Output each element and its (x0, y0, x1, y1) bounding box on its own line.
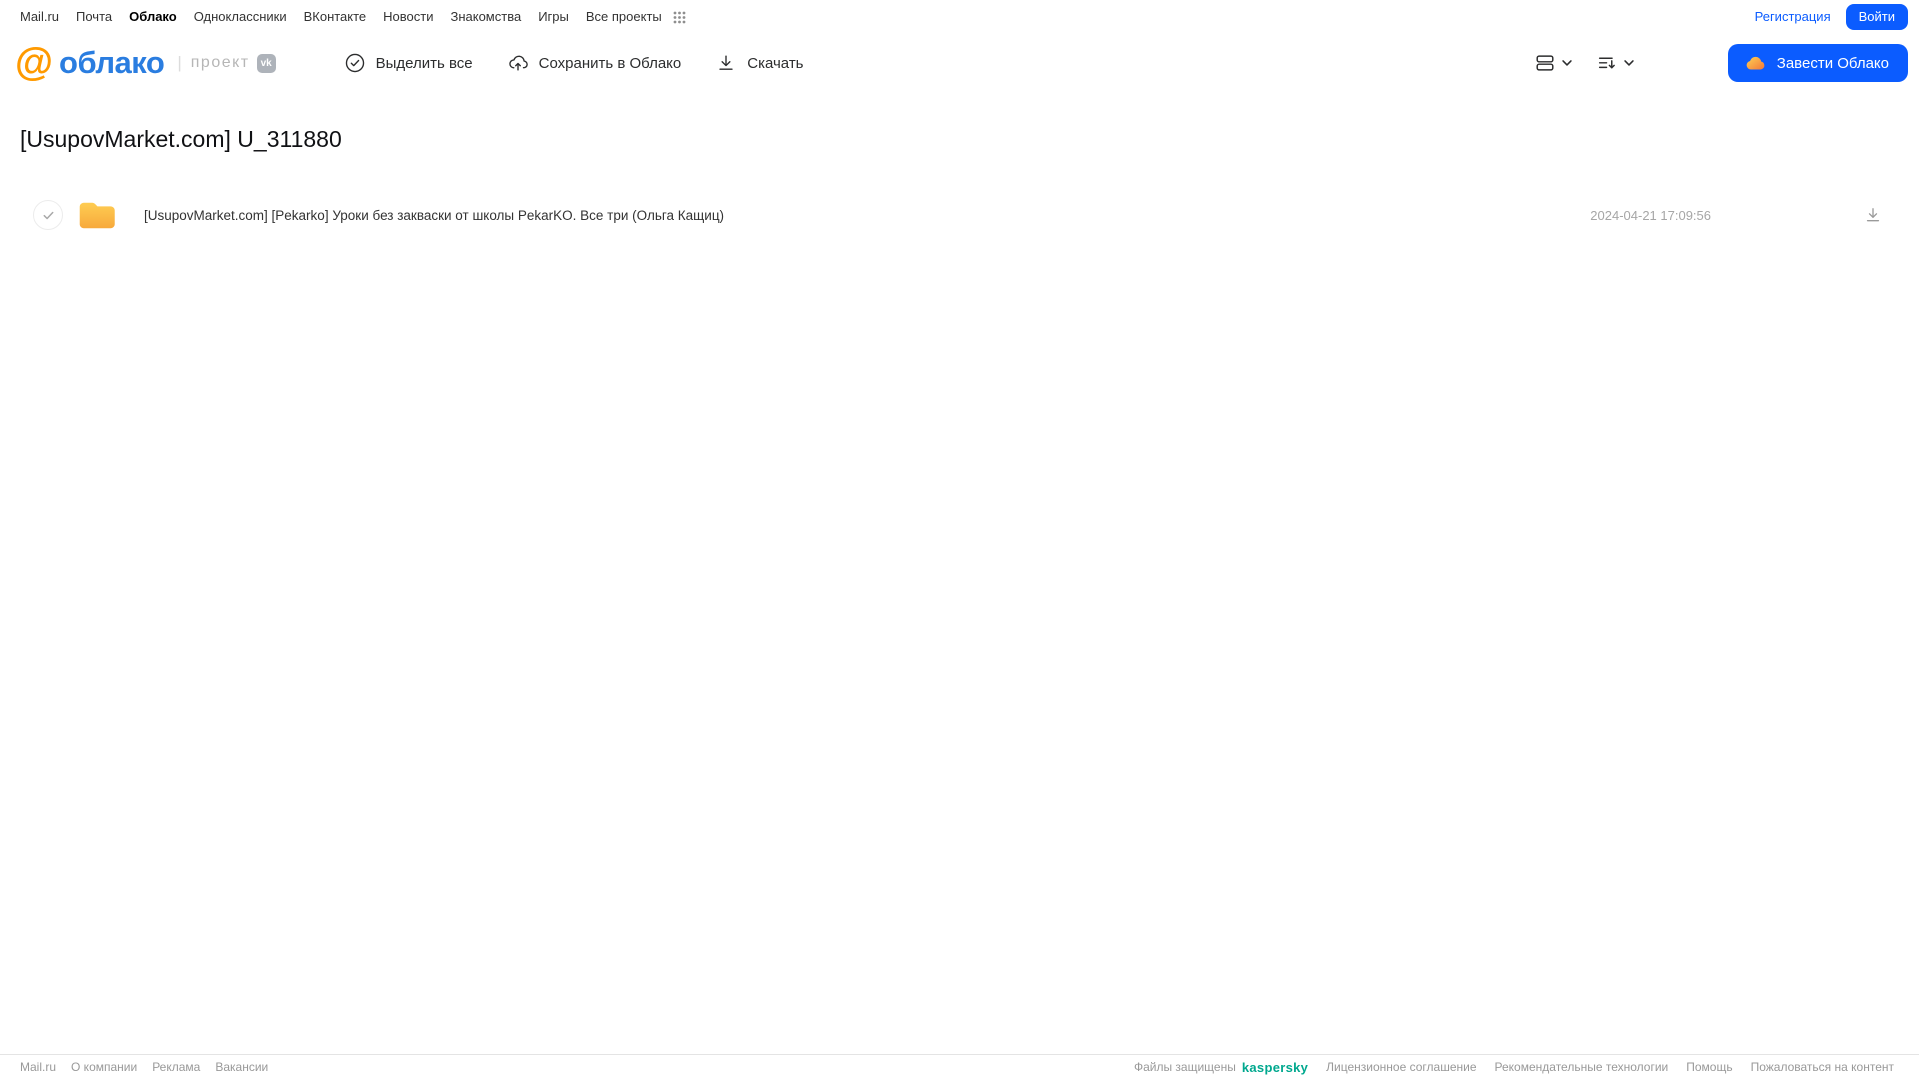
get-cloud-button[interactable]: Завести Облако (1727, 44, 1908, 82)
file-row[interactable]: [UsupovMarket.com] [Pekarko] Уроки без з… (0, 191, 1919, 239)
toolbar: Выделить все Сохранить в Облако Скачать (344, 52, 804, 74)
list-view-icon (1534, 52, 1556, 74)
portal-links: Mail.ru Почта Облако Одноклассники ВКонт… (20, 9, 686, 24)
footer-link-mailru[interactable]: Mail.ru (20, 1060, 56, 1074)
footer-link-recommendation-tech[interactable]: Рекомендательные технологии (1495, 1060, 1669, 1074)
register-link[interactable]: Регистрация (1755, 9, 1831, 24)
kaspersky-logo: kaspersky (1241, 1059, 1309, 1075)
view-mode-button[interactable] (1532, 50, 1576, 76)
footer-left-links: Mail.ru О компании Реклама Вакансии (20, 1060, 268, 1074)
kaspersky-protected: Файлы защищены kaspersky (1134, 1060, 1308, 1075)
portal-link-vkontakte[interactable]: ВКонтакте (304, 9, 367, 24)
download-all-button[interactable]: Скачать (715, 52, 804, 74)
save-to-cloud-button[interactable]: Сохранить в Облако (507, 52, 682, 74)
footer-link-jobs[interactable]: Вакансии (215, 1060, 268, 1074)
save-to-cloud-label: Сохранить в Облако (538, 54, 682, 72)
get-cloud-label: Завести Облако (1776, 54, 1889, 72)
protected-label: Файлы защищены (1133, 1060, 1236, 1074)
footer-link-report-content[interactable]: Пожаловаться на контент (1751, 1060, 1894, 1074)
project-label: проект (190, 54, 250, 71)
cloud-header: @ облако | проект vk Выделить все Сохран… (0, 34, 1919, 92)
sort-button[interactable] (1594, 50, 1638, 76)
folder-icon (77, 199, 117, 232)
login-button[interactable]: Войти (1845, 3, 1908, 30)
portal-link-odnoklassniki[interactable]: Одноклассники (194, 9, 287, 24)
footer-link-license[interactable]: Лицензионное соглашение (1326, 1060, 1476, 1074)
vk-logo-icon: vk (256, 53, 276, 73)
sort-icon (1596, 52, 1618, 74)
topbar-auth: Регистрация Войти (1755, 3, 1908, 30)
portal-link-cloud-active[interactable]: Облако (129, 9, 177, 24)
cloud-icon (1744, 52, 1767, 75)
portal-nav-bar: Mail.ru Почта Облако Одноклассники ВКонт… (0, 0, 1919, 31)
portal-link-games[interactable]: Игры (538, 9, 569, 24)
download-all-label: Скачать (747, 54, 804, 72)
select-all-label: Выделить все (375, 54, 473, 72)
footer-link-ads[interactable]: Реклама (152, 1060, 200, 1074)
portal-link-news[interactable]: Новости (383, 9, 433, 24)
check-circle-icon (344, 52, 366, 74)
portal-link-dating[interactable]: Знакомства (450, 9, 521, 24)
cloud-logo[interactable]: @ облако | проект vk (15, 41, 276, 84)
select-all-button[interactable]: Выделить все (344, 52, 473, 74)
main-content: [UsupovMarket.com] U_311880 [UsupovMarke… (0, 125, 1919, 239)
mailru-at-icon: @ (15, 41, 53, 84)
portal-link-mail[interactable]: Почта (76, 9, 112, 24)
chevron-down-icon (1622, 56, 1636, 70)
footer-link-help[interactable]: Помощь (1686, 1060, 1732, 1074)
check-icon (43, 211, 53, 219)
download-icon (1866, 208, 1880, 222)
footer-link-about[interactable]: О компании (71, 1060, 137, 1074)
logo-divider: | (177, 53, 182, 72)
chevron-down-icon (1560, 56, 1574, 70)
file-date: 2024-04-21 17:09:56 (1590, 207, 1711, 223)
row-checkbox[interactable] (33, 200, 63, 230)
logo-text: облако (59, 45, 165, 80)
row-download-button[interactable] (1863, 205, 1883, 225)
page-title: [UsupovMarket.com] U_311880 (20, 126, 342, 152)
footer: Mail.ru О компании Реклама Вакансии Файл… (0, 1054, 1919, 1079)
cloud-upload-icon (507, 52, 529, 74)
portal-link-all-projects[interactable]: Все проекты (586, 9, 662, 24)
footer-right-links: Файлы защищены kaspersky Лицензионное со… (1134, 1060, 1894, 1075)
file-name[interactable]: [UsupovMarket.com] [Pekarko] Уроки без з… (144, 208, 724, 223)
apps-grid-icon[interactable] (673, 10, 686, 24)
header-right-controls: Завести Облако (1532, 44, 1908, 82)
portal-link-mailru[interactable]: Mail.ru (20, 9, 59, 24)
download-icon (715, 52, 737, 74)
